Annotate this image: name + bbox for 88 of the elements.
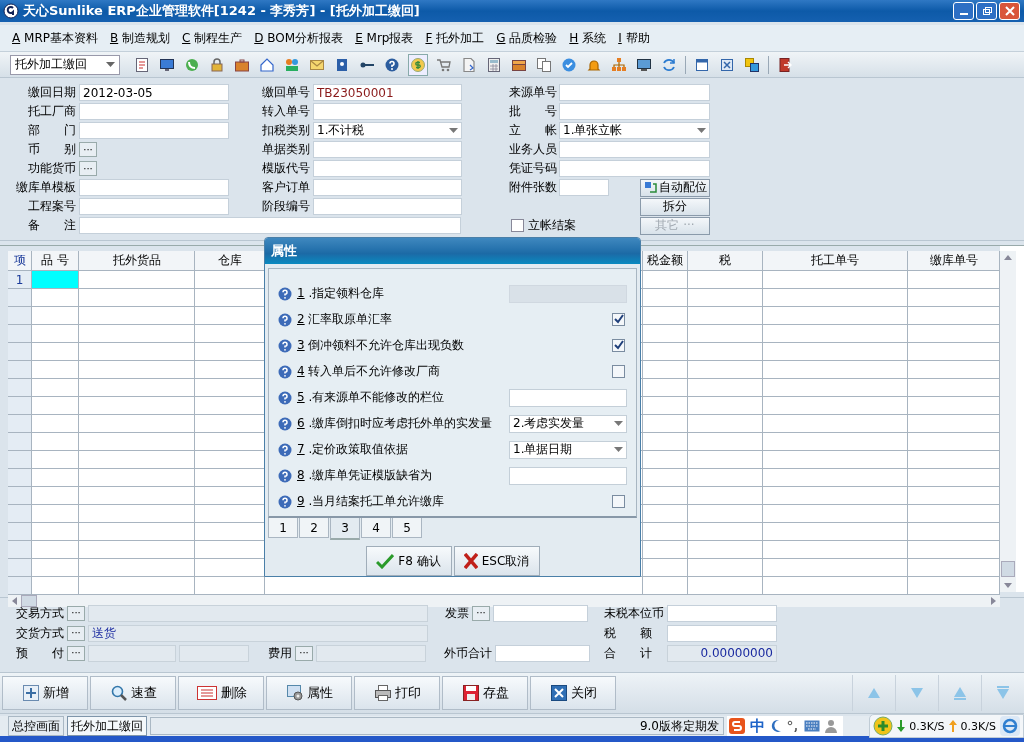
input-field[interactable]: 送货 <box>88 624 428 642</box>
lookup-button[interactable]: ··· <box>67 625 85 641</box>
option-label: 2 汇率取原单汇率 <box>297 311 394 329</box>
menu-item[interactable]: I 帮助 <box>618 29 650 47</box>
menu-item[interactable]: D BOM分析报表 <box>254 29 344 47</box>
field-label: 缴回日期 <box>27 84 76 101</box>
page-tab[interactable]: 3 <box>330 518 360 540</box>
split-button[interactable]: 拆分 <box>640 197 710 216</box>
lookup-button[interactable]: ··· <box>295 645 313 661</box>
form-select[interactable]: 托外加工缴回 <box>10 54 120 75</box>
window-tab[interactable]: 托外加工缴回 <box>67 716 147 736</box>
page-tab[interactable]: 1 <box>268 518 298 538</box>
checkbox-label: 立帐结案 <box>528 217 576 234</box>
field-label: 工程案号 <box>27 198 76 215</box>
menu-item[interactable]: H 系统 <box>569 29 607 47</box>
cancel-button[interactable]: ESC取消 <box>453 546 540 576</box>
field-label: 来源单号 <box>508 84 557 101</box>
option-label: 1 .指定领料仓库 <box>297 285 386 303</box>
dialog-title: 属性 <box>265 238 640 264</box>
option-label: 8 .缴库单凭证模版缺省为 <box>297 467 434 485</box>
option-label: 7 .定价政策取值依据 <box>297 441 410 459</box>
input-field[interactable]: 2012-03-05 <box>79 84 229 101</box>
field-label: 发票 <box>444 604 469 622</box>
option-label: 6 .缴库倒扣时应考虑托外单的实发量 <box>297 415 494 433</box>
field-label: 外币合计 <box>443 644 492 662</box>
field-label: 客户订单 <box>261 179 310 196</box>
field-label: 交易方式 <box>15 604 64 622</box>
menu-item[interactable]: G 品质检验 <box>496 29 558 47</box>
field-label: 备 注 <box>27 217 76 234</box>
page-tab[interactable]: 2 <box>299 518 329 538</box>
menu-item[interactable]: F 托外加工 <box>425 29 485 47</box>
search-button[interactable]: 速查 <box>90 676 176 710</box>
lookup-button[interactable]: ··· <box>79 161 97 176</box>
field-label: 预 付 <box>15 644 64 662</box>
window-title: 天心Sunlike ERP企业管理软件[1242 - 李秀芳] - [托外加工缴回] <box>23 2 420 20</box>
close-button[interactable]: 关闭 <box>530 676 616 710</box>
field-label: 部 门 <box>27 122 76 139</box>
lookup-button[interactable]: ··· <box>79 142 97 157</box>
auto-position-button[interactable]: 自动配位 <box>640 178 710 197</box>
lookup-button[interactable]: ··· <box>67 645 85 661</box>
print-button[interactable]: 打印 <box>354 676 440 710</box>
field-label: 合 计 <box>604 644 653 662</box>
field-label: 批 号 <box>508 103 557 120</box>
select-field[interactable]: 1.不计税 <box>313 122 462 139</box>
menu-item[interactable]: E Mrp报表 <box>355 29 414 47</box>
menu-item[interactable]: A MRP基本资料 <box>12 29 98 47</box>
field-label: 凭证号码 <box>508 160 557 177</box>
option-label: 4 转入单后不允许修改厂商 <box>297 363 442 381</box>
select-field[interactable]: 2.考虑实发量 <box>509 414 627 433</box>
delete-button[interactable]: 删除 <box>178 676 264 710</box>
field-label: 阶段编号 <box>261 198 310 215</box>
confirm-button[interactable]: F8 确认 <box>365 546 452 576</box>
field-label: 功能货币 <box>27 160 76 177</box>
total-field: 0.00000000 <box>667 644 777 662</box>
field-label: 业务人员 <box>508 141 557 158</box>
field-label: 缴回单号 <box>261 84 310 101</box>
window-tab[interactable]: 总控画面 <box>8 716 64 736</box>
field-label: 币 别 <box>27 141 76 158</box>
option-label: 3 倒冲领料不允许仓库出现负数 <box>297 337 466 355</box>
status-message: 9.0版将定期发 <box>639 717 719 735</box>
menu-item[interactable]: C 制程生产 <box>182 29 243 47</box>
option-label: 5 .有来源单不能修改的栏位 <box>297 389 446 407</box>
page-tab[interactable]: 4 <box>361 518 391 538</box>
field-label: 转入单号 <box>261 103 310 120</box>
add-button[interactable]: 新增 <box>2 676 88 710</box>
field-label: 未税本位币 <box>604 604 664 622</box>
field-label: 模版代号 <box>261 160 310 177</box>
option-label: 9 .当月结案托工单允许缴库 <box>297 493 446 511</box>
row-number: 1 <box>8 271 32 289</box>
field-label: 费用 <box>267 644 292 662</box>
input-mode[interactable]: 中 <box>750 716 765 736</box>
save-button[interactable]: 存盘 <box>442 676 528 710</box>
download-speed: 0.3K/S <box>909 719 945 733</box>
field-label: 交货方式 <box>15 624 64 642</box>
field-label: 缴库单模板 <box>15 179 76 196</box>
field-label: 扣税类别 <box>261 122 310 139</box>
input-field[interactable]: TB23050001 <box>313 84 462 101</box>
field-label: 税 额 <box>604 624 653 642</box>
properties-button[interactable]: 属性 <box>266 676 352 710</box>
select-field[interactable]: 1.单张立帐 <box>559 122 710 139</box>
page-tab[interactable]: 5 <box>392 518 422 538</box>
field-label: 托工厂商 <box>27 103 76 120</box>
field-label: 附件张数 <box>508 179 557 196</box>
field-label: 立 帐 <box>508 122 557 139</box>
upload-speed: 0.3K/S <box>960 719 996 733</box>
field-label: 单据类别 <box>261 141 310 158</box>
menu-item[interactable]: B 制造规划 <box>109 29 171 47</box>
select-field[interactable]: 1.单据日期 <box>509 440 627 459</box>
